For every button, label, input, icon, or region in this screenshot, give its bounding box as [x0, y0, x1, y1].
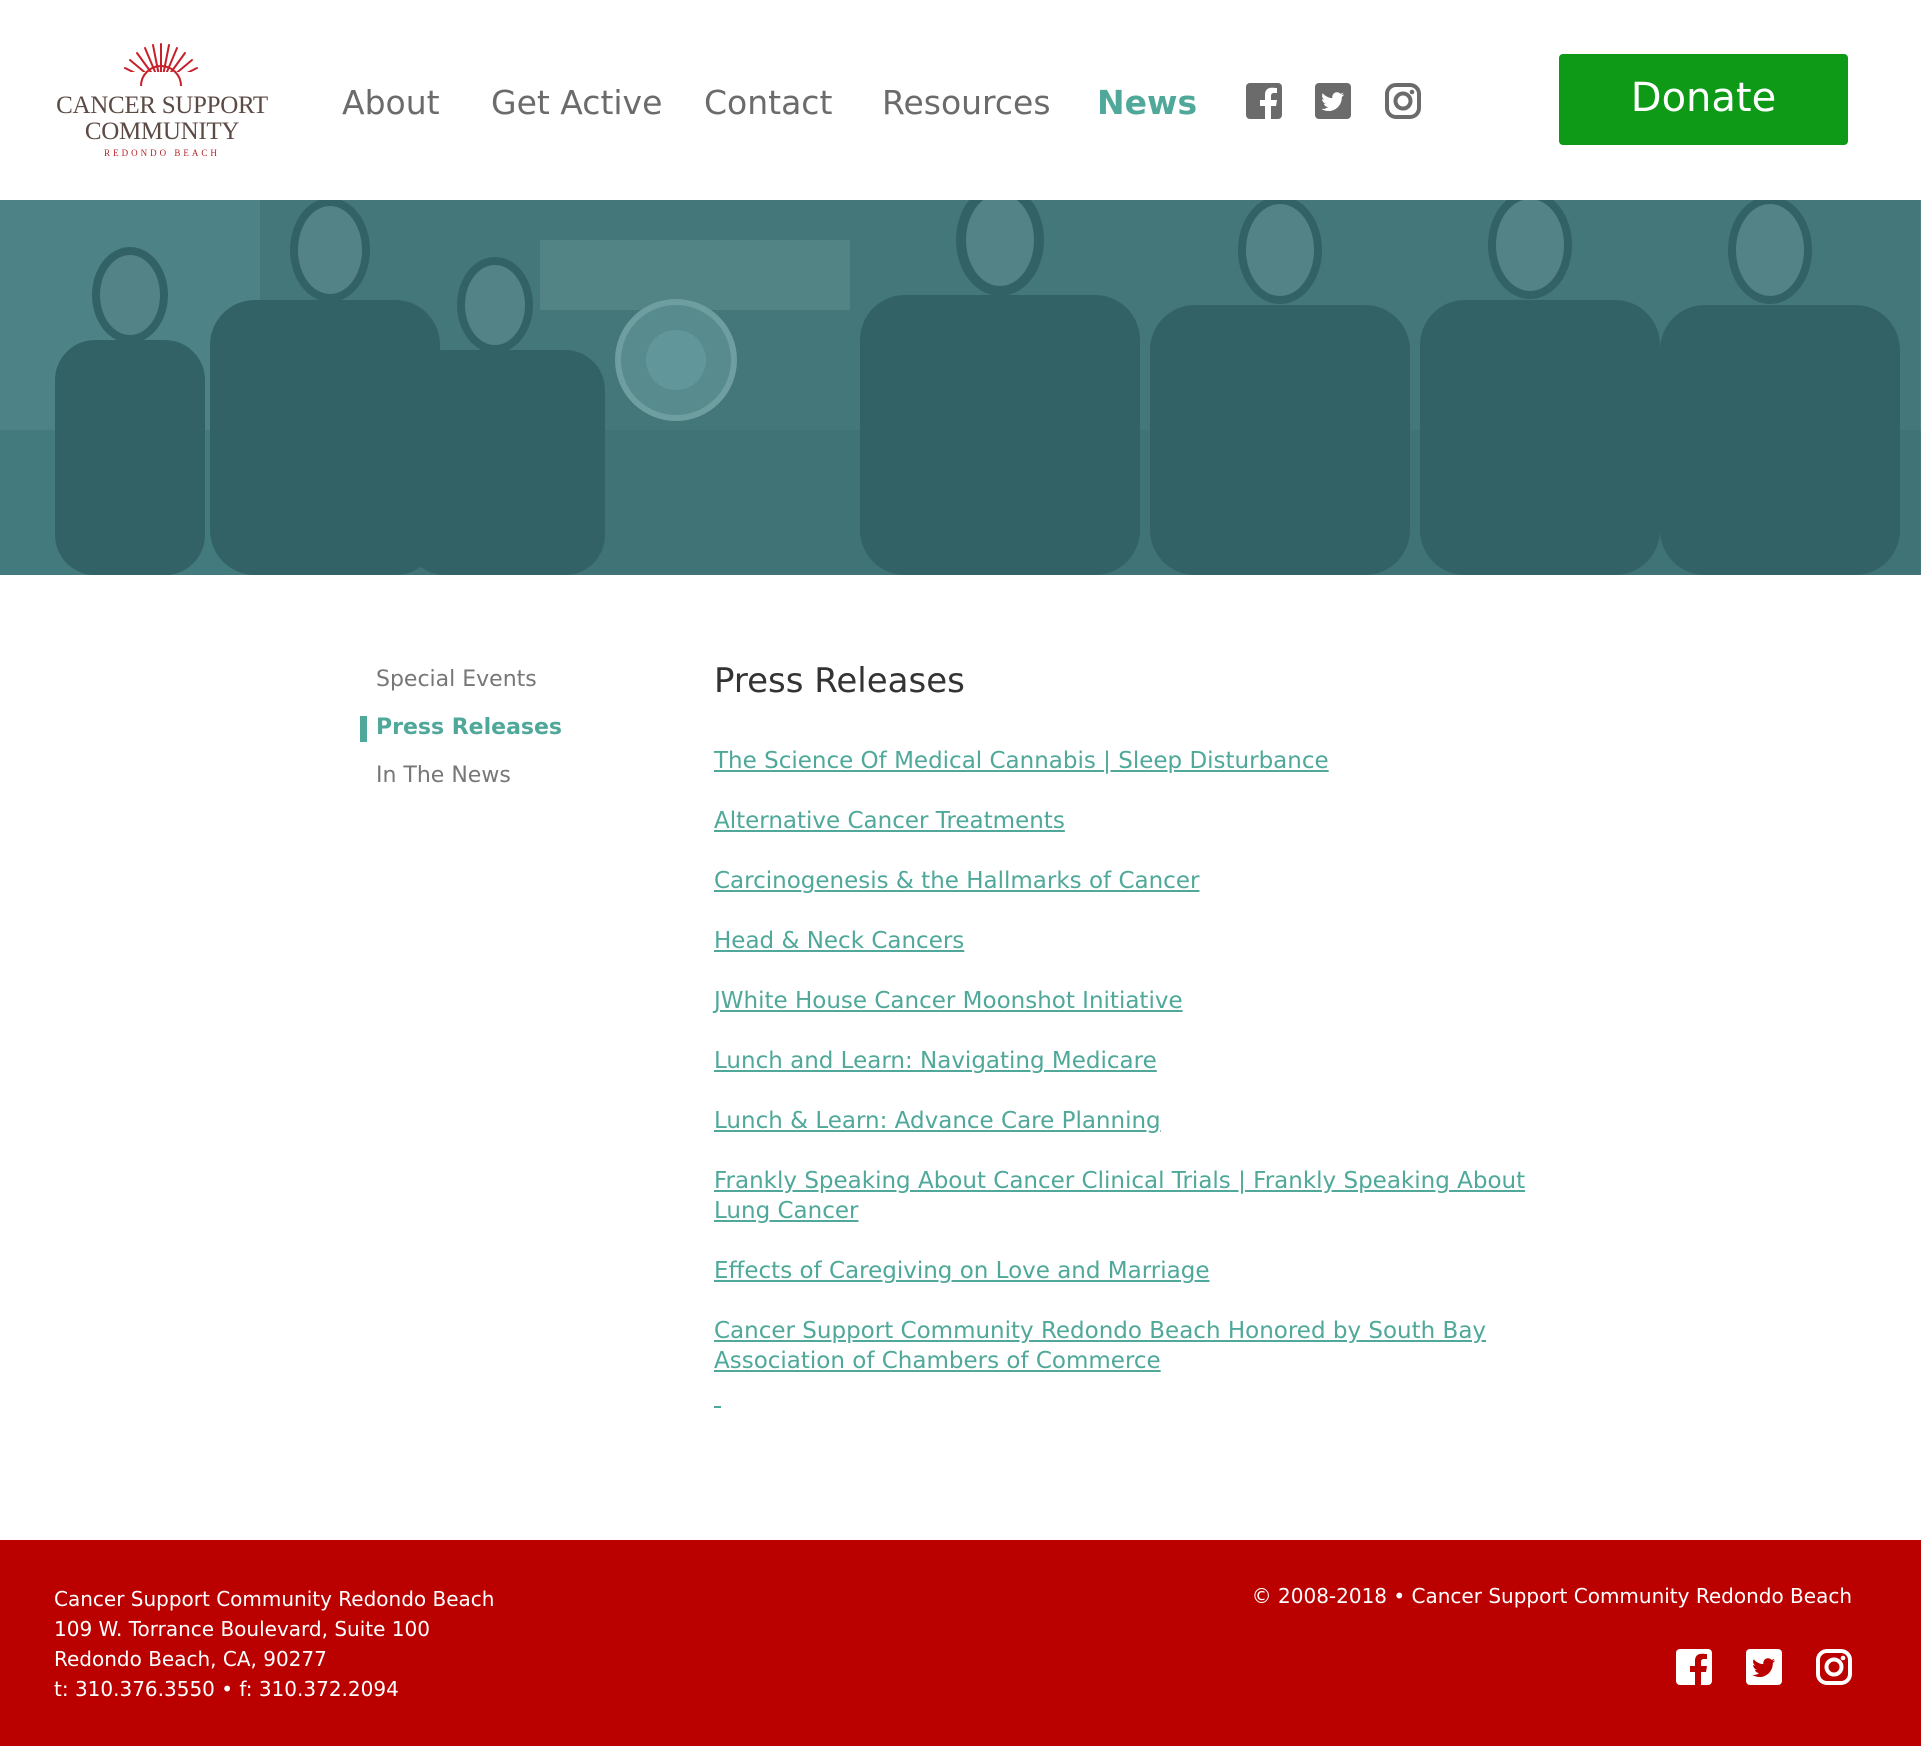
footer-phone-fax: t: 310.376.3550 • f: 310.372.2094: [54, 1677, 399, 1701]
sunburst-logo-icon: [120, 43, 202, 88]
footer-address: Cancer Support Community Redondo Beach 1…: [54, 1584, 494, 1704]
press-release-link[interactable]: Effects of Caregiving on Love and Marria…: [714, 1256, 1534, 1286]
press-release-link[interactable]: Lunch & Learn: Advance Care Planning: [714, 1106, 1534, 1136]
nav-get-active[interactable]: Get Active: [491, 83, 662, 122]
footer-street: 109 W. Torrance Boulevard, Suite 100: [54, 1617, 430, 1641]
twitter-icon[interactable]: [1314, 82, 1352, 120]
nav-news[interactable]: News: [1097, 83, 1197, 122]
twitter-icon[interactable]: [1745, 1648, 1783, 1686]
press-release-link[interactable]: Lunch and Learn: Navigating Medicare: [714, 1046, 1534, 1076]
site-header: CANCER SUPPORT COMMUNITY REDONDO BEACH A…: [0, 0, 1921, 200]
instagram-icon[interactable]: [1815, 1648, 1853, 1686]
logo-text-line2: COMMUNITY: [84, 118, 240, 145]
logo-text-line1: CANCER SUPPORT: [56, 92, 268, 119]
footer-org-name: Cancer Support Community Redondo Beach: [54, 1587, 495, 1611]
subnav-label: Press Releases: [376, 715, 563, 740]
press-release-link[interactable]: Frankly Speaking About Cancer Clinical T…: [714, 1166, 1534, 1226]
subnav-special-events[interactable]: Special Events: [360, 662, 660, 710]
site-footer: Cancer Support Community Redondo Beach 1…: [0, 1540, 1921, 1746]
press-release-link[interactable]: Carcinogenesis & the Hallmarks of Cancer: [714, 866, 1534, 896]
press-release-link[interactable]: The Science Of Medical Cannabis | Sleep …: [714, 746, 1534, 776]
subnav-label: In The News: [376, 763, 511, 788]
nav-about[interactable]: About: [342, 83, 440, 122]
subnav-in-the-news[interactable]: In The News: [360, 758, 660, 806]
press-release-empty-link[interactable]: [714, 1406, 721, 1408]
press-release-link[interactable]: Head & Neck Cancers: [714, 926, 1534, 956]
footer-copyright: © 2008-2018 • Cancer Support Community R…: [1251, 1584, 1852, 1608]
press-releases-content: Press Releases The Science Of Medical Ca…: [714, 656, 1534, 1408]
hero-banner-image: [0, 200, 1921, 575]
nav-resources[interactable]: Resources: [882, 83, 1051, 122]
press-release-link[interactable]: Cancer Support Community Redondo Beach H…: [714, 1316, 1534, 1376]
facebook-icon[interactable]: [1245, 82, 1283, 120]
nav-contact[interactable]: Contact: [704, 83, 832, 122]
facebook-icon[interactable]: [1675, 1648, 1713, 1686]
donate-button[interactable]: Donate: [1559, 54, 1848, 145]
site-logo[interactable]: CANCER SUPPORT COMMUNITY REDONDO BEACH: [48, 42, 276, 162]
press-release-link[interactable]: JWhite House Cancer Moonshot Initiative: [714, 986, 1534, 1016]
footer-city: Redondo Beach, CA, 90277: [54, 1647, 327, 1671]
subnav-label: Special Events: [376, 667, 537, 692]
news-subnav: Special Events Press Releases In The New…: [360, 662, 660, 806]
logo-text-location: REDONDO BEACH: [104, 148, 220, 158]
page-title: Press Releases: [714, 661, 965, 701]
active-indicator: [360, 716, 367, 742]
press-release-link[interactable]: Alternative Cancer Treatments: [714, 806, 1534, 836]
subnav-press-releases[interactable]: Press Releases: [360, 710, 660, 758]
instagram-icon[interactable]: [1384, 82, 1422, 120]
